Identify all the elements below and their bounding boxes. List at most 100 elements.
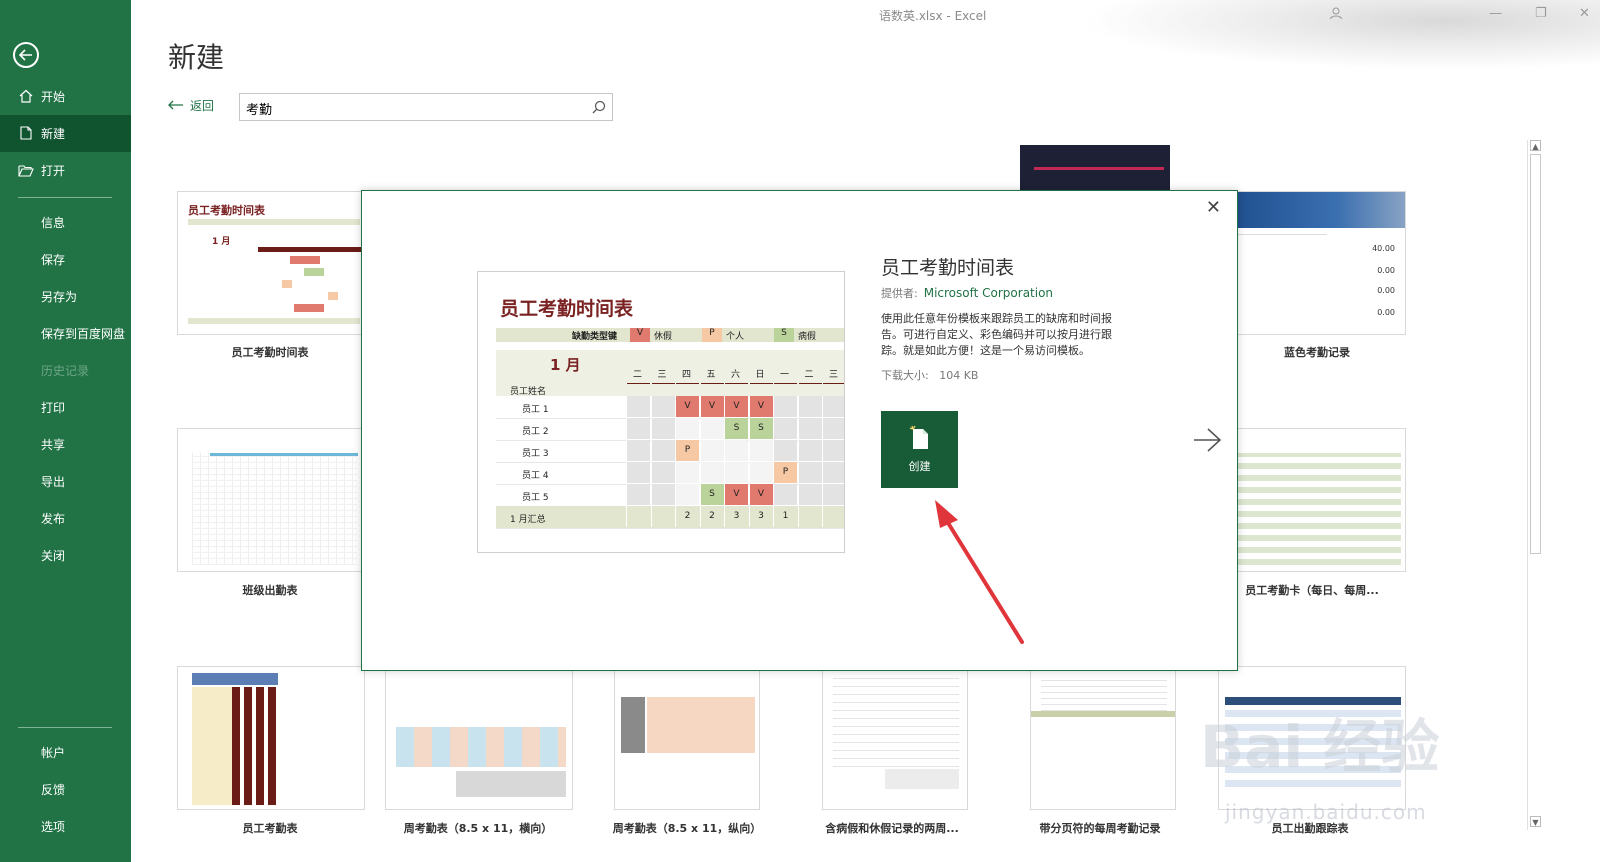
calendar-cell: 1 <box>773 506 797 527</box>
user-icon[interactable] <box>1329 6 1343 24</box>
calendar-cell <box>724 440 748 461</box>
calendar-cell <box>699 462 724 483</box>
template-label[interactable]: 员工考勤表 <box>175 820 365 836</box>
minimize-icon[interactable]: — <box>1489 6 1502 21</box>
sidebar-item-publish[interactable]: 发布 <box>0 500 131 537</box>
calendar-cell <box>822 462 844 483</box>
next-template-arrow-icon[interactable] <box>1192 426 1222 461</box>
template-provider: 提供者: Microsoft Corporation <box>881 285 1053 301</box>
sidebar-item-close[interactable]: 关闭 <box>0 537 131 574</box>
template-thumbnail-employee-attendance[interactable] <box>177 666 365 810</box>
employee-name: 员工 1 <box>522 405 549 415</box>
left-arrow-icon <box>168 99 184 113</box>
sidebar-item-export[interactable]: 导出 <box>0 463 131 500</box>
template-label[interactable]: 带分页符的每周考勤记录 <box>1005 820 1195 836</box>
back-arrow-icon[interactable] <box>13 42 39 68</box>
calendar-cell <box>797 462 822 483</box>
day-name: 六 <box>730 370 740 380</box>
template-search-box[interactable] <box>239 93 613 122</box>
calendar-cell: P <box>773 462 797 483</box>
calendar-cell <box>773 418 797 439</box>
calendar-cell <box>675 462 699 483</box>
sidebar-item-label: 保存到百度网盘 <box>41 327 126 341</box>
sidebar-item-label: 导出 <box>41 475 66 489</box>
back-link[interactable]: 返回 <box>168 97 214 114</box>
sidebar-item-options[interactable]: 选项 <box>0 808 131 845</box>
calendar-cell <box>797 440 822 461</box>
scroll-thumb[interactable] <box>1530 154 1541 554</box>
create-button[interactable]: 创建 <box>881 411 958 488</box>
day-name: 五 <box>706 370 716 380</box>
calendar-cell: P <box>675 440 699 461</box>
scroll-down-icon[interactable]: ▼ <box>1530 816 1541 827</box>
legend-text: 个人 <box>726 332 745 342</box>
provider-name: Microsoft Corporation <box>923 286 1054 300</box>
calendar-cell: S <box>699 484 724 505</box>
new-document-icon <box>909 425 931 454</box>
sidebar-divider <box>18 727 112 728</box>
page-title: 新建 <box>168 41 225 74</box>
legend-key: S <box>774 328 794 342</box>
template-preview-dialog: ✕ 员工考勤时间表 缺勤类型键 V 休假 P 个人 S 病假 1 月 二 1 三 2 四… <box>361 190 1238 671</box>
calendar-cell: V <box>748 484 773 505</box>
sidebar-item-new[interactable]: 新建 <box>0 115 131 152</box>
template-label[interactable]: 班级出勤表 <box>175 582 365 598</box>
sidebar-item-feedback[interactable]: 反馈 <box>0 771 131 808</box>
template-thumbnail-weekly-landscape[interactable] <box>385 666 573 810</box>
template-thumbnail-weekly-pagebreak[interactable] <box>1030 666 1176 810</box>
calendar-cell <box>699 418 724 439</box>
template-thumbnail-peek[interactable] <box>1020 145 1170 190</box>
template-thumbnail-employee-timesheet[interactable]: 员工考勤时间表 1 月 <box>177 191 365 335</box>
sidebar-item-label: 开始 <box>41 90 66 104</box>
sidebar-item-label: 新建 <box>41 127 66 141</box>
template-title: 员工考勤时间表 <box>881 257 1015 279</box>
template-label[interactable]: 蓝色考勤记录 <box>1222 344 1412 360</box>
sidebar-item-open[interactable]: 打开 <box>0 152 131 189</box>
calendar-cell <box>822 396 844 417</box>
search-icon[interactable] <box>592 99 606 114</box>
sidebar-item-share[interactable]: 共享 <box>0 426 131 463</box>
template-thumbnail-class-attendance[interactable] <box>177 428 365 572</box>
template-thumbnail-biweekly-sick[interactable] <box>822 666 968 810</box>
calendar-cell <box>626 462 650 483</box>
template-thumbnail-employee-timecard[interactable] <box>1230 428 1406 572</box>
sidebar-item-print[interactable]: 打印 <box>0 389 131 426</box>
employee-row: 员工 5SVV <box>496 484 844 507</box>
template-label[interactable]: 员工考勤卡（每日、每周... <box>1217 582 1407 598</box>
calendar-cell: V <box>724 396 748 417</box>
day-name: 三 <box>828 370 838 380</box>
close-icon[interactable]: ✕ <box>1579 6 1590 21</box>
close-icon[interactable]: ✕ <box>1206 197 1221 218</box>
sidebar-item-label: 关闭 <box>41 549 66 563</box>
restore-icon[interactable]: ❐ <box>1535 6 1547 21</box>
sidebar-item-save[interactable]: 保存 <box>0 241 131 278</box>
sidebar-item-label: 反馈 <box>41 783 66 797</box>
template-label[interactable]: 周考勤表（8.5 x 11，纵向） <box>592 820 782 836</box>
template-search-input[interactable] <box>240 94 578 122</box>
preview-title: 员工考勤时间表 <box>500 298 634 320</box>
vertical-scrollbar[interactable]: ▲ ▼ <box>1527 140 1543 830</box>
sidebar-item-info[interactable]: 信息 <box>0 204 131 241</box>
sidebar-item-account[interactable]: 帐户 <box>0 734 131 771</box>
template-thumbnail-weekly-portrait[interactable] <box>614 666 760 810</box>
home-icon <box>18 88 34 104</box>
sidebar-item-home[interactable]: 开始 <box>0 78 131 115</box>
sidebar-item-save-as[interactable]: 另存为 <box>0 278 131 315</box>
template-thumbnail-blue-attendance[interactable]: 40.00 0.00 0.00 0.00 <box>1230 191 1406 335</box>
template-label[interactable]: 周考勤表（8.5 x 11，横向） <box>383 820 573 836</box>
day-name: 三 <box>657 370 667 380</box>
calendar-cell <box>675 418 699 439</box>
sidebar-item-save-baidu[interactable]: 保存到百度网盘 <box>0 315 131 352</box>
legend-key: P <box>702 328 722 342</box>
calendar-cell <box>650 440 675 461</box>
calendar-cell <box>797 506 822 527</box>
sidebar-item-label: 另存为 <box>41 290 78 304</box>
template-label[interactable]: 含病假和休假记录的两周... <box>797 820 987 836</box>
preview-legend: 缺勤类型键 V 休假 P 个人 S 病假 <box>496 328 844 342</box>
size-value: 104 KB <box>939 369 979 382</box>
calendar-cell <box>797 396 822 417</box>
backstage-sidebar: 开始 新建 打开 信息 保存 另存为 保存到百度网盘 历史记录 打印 共享 导出… <box>0 0 131 862</box>
provider-label: 提供者: <box>881 287 918 300</box>
template-label[interactable]: 员工考勤时间表 <box>175 344 365 360</box>
scroll-up-icon[interactable]: ▲ <box>1530 140 1541 151</box>
